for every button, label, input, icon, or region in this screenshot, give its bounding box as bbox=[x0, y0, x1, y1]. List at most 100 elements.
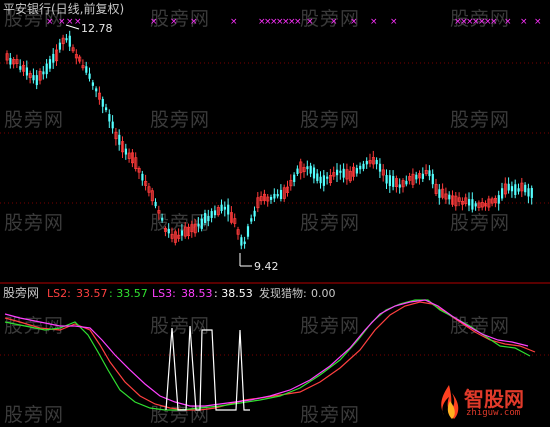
signal-marker: × bbox=[490, 17, 498, 27]
candle-body bbox=[398, 184, 401, 188]
ls3-label: LS3: bbox=[152, 287, 176, 300]
candle-body bbox=[88, 73, 91, 79]
candle-body bbox=[501, 188, 504, 199]
candle-body bbox=[336, 169, 339, 176]
signal-marker: × bbox=[330, 17, 338, 27]
candle-body bbox=[415, 174, 418, 180]
candle-body bbox=[65, 38, 68, 41]
candle-body bbox=[378, 163, 382, 172]
candle-body bbox=[253, 210, 256, 217]
signal-marker: × bbox=[230, 17, 238, 27]
candle-body bbox=[273, 193, 276, 199]
candle-body bbox=[405, 180, 408, 185]
signal-marker: × bbox=[350, 17, 358, 27]
signal-marker: × bbox=[190, 17, 198, 27]
stock-title: 平安银行(日线,前复权) bbox=[3, 2, 125, 16]
candle-body bbox=[365, 160, 368, 165]
candle-body bbox=[85, 66, 88, 73]
candle-body bbox=[105, 107, 108, 111]
candle-body bbox=[250, 218, 253, 222]
candle-body bbox=[524, 184, 527, 193]
candle-body bbox=[220, 204, 223, 212]
candle-body bbox=[118, 134, 121, 145]
candle-body bbox=[309, 165, 312, 174]
candle-body bbox=[167, 228, 170, 234]
candle-body bbox=[428, 170, 431, 177]
candle-body bbox=[339, 170, 342, 173]
candle-body bbox=[180, 230, 184, 236]
candle-body bbox=[355, 168, 358, 174]
candle-body bbox=[213, 210, 217, 216]
candle-body bbox=[42, 71, 45, 75]
logo-url: zhiguw.com bbox=[466, 408, 521, 418]
candle-body bbox=[141, 173, 144, 181]
signal-marker: × bbox=[520, 17, 528, 27]
candle-body bbox=[326, 176, 329, 179]
site-logo[interactable]: 智股网 zhiguw.com bbox=[436, 381, 546, 425]
candle-body bbox=[45, 63, 48, 75]
signal-markers: × × × × × × × × ××××××× × × × × × ××××××× × × × bbox=[46, 17, 542, 27]
candle-body bbox=[316, 173, 319, 181]
candle-body bbox=[48, 59, 52, 69]
candle-body bbox=[200, 218, 203, 229]
candle-body bbox=[223, 206, 226, 210]
signal-marker: × bbox=[390, 17, 398, 27]
grid-dots bbox=[0, 62, 550, 356]
candle-body bbox=[246, 226, 250, 237]
candle-body bbox=[342, 168, 345, 178]
candle-body bbox=[276, 194, 279, 197]
candle-body bbox=[530, 188, 533, 198]
candle-body bbox=[306, 166, 309, 170]
indicator-name: 股旁网 bbox=[3, 286, 40, 300]
candle-body bbox=[91, 82, 94, 86]
chart-window: 股旁网 股旁网 股旁网 股旁网 股旁网 股旁网 股旁网 股旁网 股旁网 股旁网 … bbox=[0, 0, 550, 427]
high-price-label: 12.78 bbox=[81, 22, 113, 35]
candle-body bbox=[227, 204, 230, 215]
signal-marker: × bbox=[534, 17, 542, 27]
candle-body bbox=[375, 159, 378, 165]
candle-body bbox=[9, 57, 12, 65]
white-line-value: : 38.53 bbox=[214, 287, 253, 300]
signal-marker: × bbox=[306, 17, 314, 27]
candle-body bbox=[448, 194, 451, 200]
candle-body bbox=[474, 203, 477, 207]
candle-body bbox=[95, 88, 98, 92]
candle-body bbox=[32, 75, 35, 81]
candle-body bbox=[517, 188, 520, 192]
candle-body bbox=[58, 42, 61, 50]
candle-body bbox=[240, 237, 243, 246]
candle-body bbox=[25, 67, 28, 76]
candle-body bbox=[210, 211, 213, 218]
candle-body bbox=[468, 199, 471, 206]
candle-body bbox=[497, 195, 500, 204]
candle-body bbox=[362, 163, 365, 169]
candle-body bbox=[431, 173, 434, 185]
candle-body bbox=[207, 215, 210, 222]
signal-marker: × bbox=[294, 17, 302, 27]
candle-body bbox=[161, 217, 164, 221]
candle-body bbox=[388, 175, 391, 187]
candle-body bbox=[124, 148, 127, 155]
signal-marker: × bbox=[58, 17, 66, 27]
candle-body bbox=[204, 212, 207, 223]
signal-marker: × bbox=[370, 17, 378, 27]
candle-body bbox=[471, 199, 474, 210]
candle-body bbox=[111, 121, 114, 129]
found-label: 发现猎物: bbox=[259, 287, 307, 300]
candle-body bbox=[296, 168, 299, 174]
candle-body bbox=[510, 186, 514, 192]
candle-body bbox=[35, 75, 38, 86]
candle-body bbox=[19, 66, 22, 70]
candle-body bbox=[279, 189, 283, 200]
candle-body bbox=[197, 223, 200, 227]
candle-body bbox=[514, 184, 517, 195]
signal-marker: × bbox=[46, 17, 54, 27]
candle-body bbox=[421, 173, 424, 179]
low-price-label: 9.42 bbox=[254, 260, 279, 273]
ls2-label: LS2: bbox=[47, 287, 71, 300]
candle-body bbox=[293, 174, 296, 182]
price-chart-canvas[interactable]: × × × × × × × × ××××××× × × × × × ××××××× × × × bbox=[0, 0, 550, 427]
candle-body bbox=[392, 176, 395, 187]
candle-body bbox=[270, 196, 273, 200]
found-value: 0.00 bbox=[311, 287, 336, 300]
